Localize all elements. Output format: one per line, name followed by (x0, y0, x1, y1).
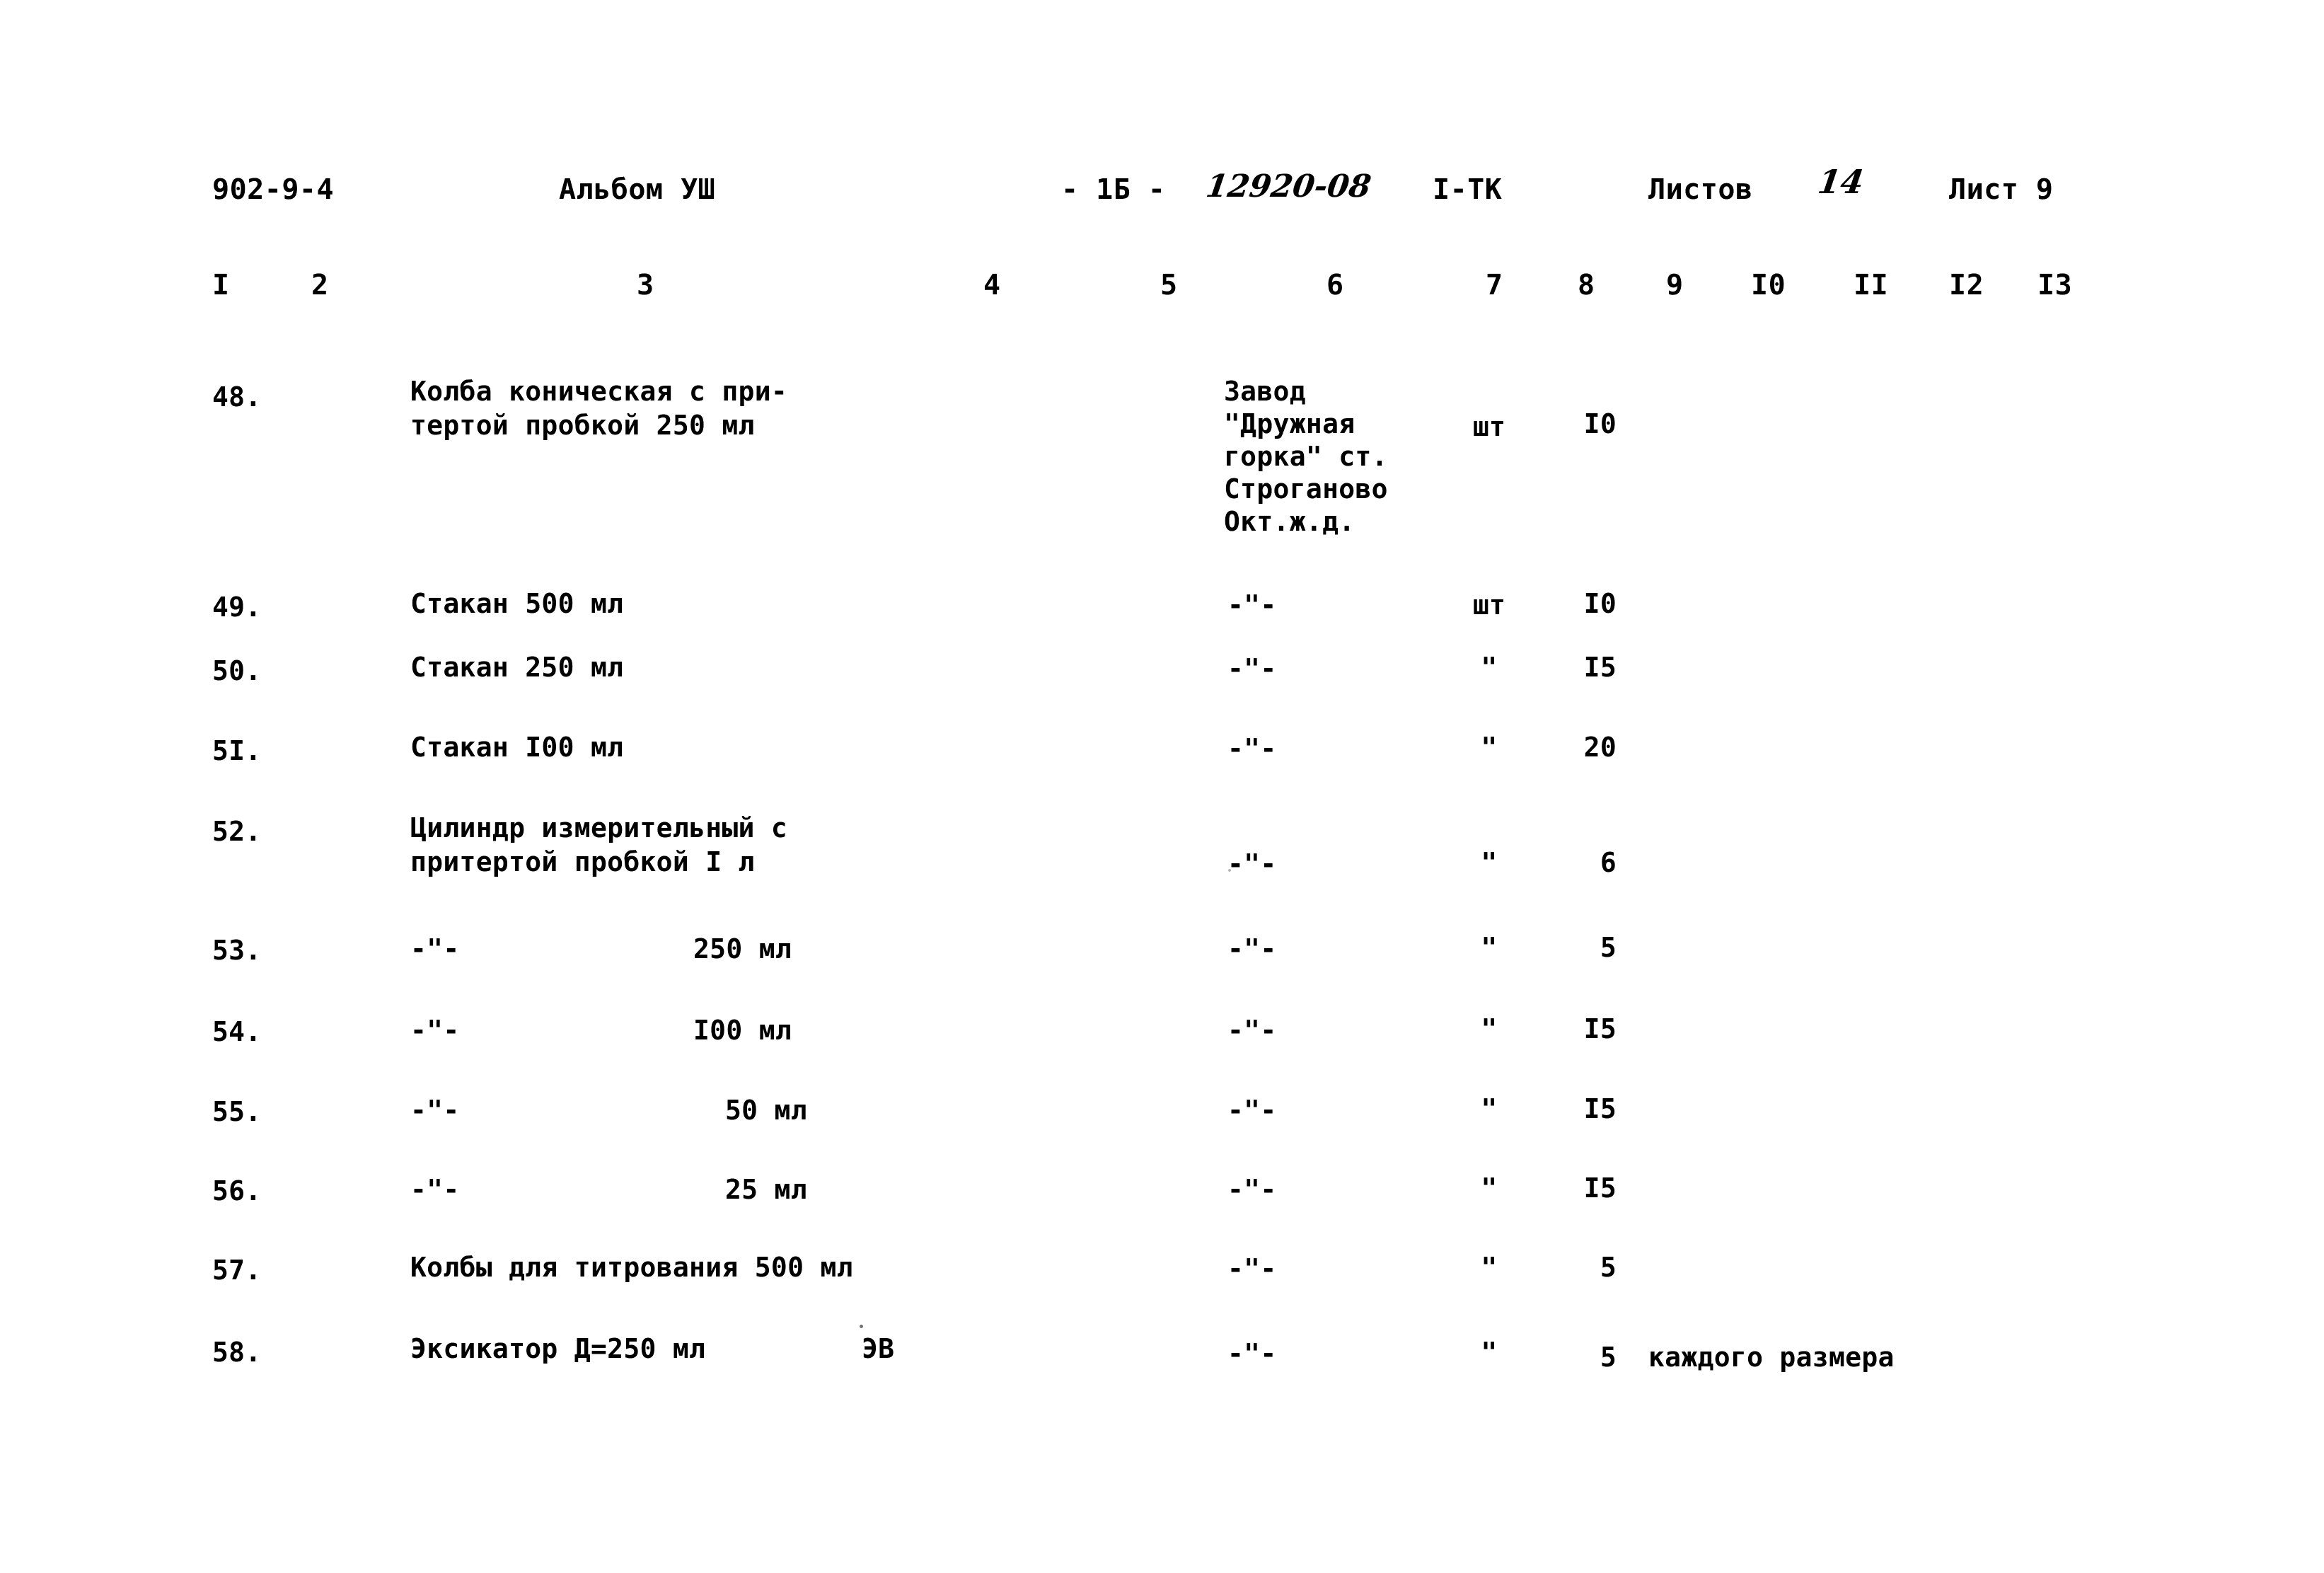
quantity: I5 (1583, 1013, 1617, 1044)
manufacturer-line-4: Строганово (1224, 473, 1388, 505)
unit-of-measure: " (1481, 732, 1498, 763)
unit-of-measure: " (1481, 1172, 1498, 1204)
sheets-total-value-handwritten: 14 (1815, 163, 1866, 201)
sheets-total-label: Листов (1648, 173, 1753, 206)
quantity: I5 (1583, 652, 1617, 683)
unit-of-measure: " (1481, 1093, 1498, 1124)
column-number-4: 4 (983, 269, 1001, 301)
item-name-line1: Колбы для титрования 500 мл (410, 1252, 853, 1283)
manufacturer-ditto-mark: -"- (1227, 653, 1277, 684)
unit-of-measure: " (1481, 652, 1498, 683)
item-name-line1: Эксикатор Д=250 мл (410, 1333, 706, 1364)
stage-code: I-ТК (1433, 173, 1503, 206)
unit-of-measure: шт (1472, 589, 1506, 621)
item-size: 250 мл (693, 933, 792, 964)
column-number-10: I0 (1751, 269, 1786, 301)
row-number: 48. (212, 381, 262, 413)
manufacturer-ditto-mark: -"- (1227, 589, 1277, 621)
manufacturer-ditto-mark: -"- (1227, 1338, 1277, 1369)
quantity: 6 (1600, 847, 1617, 878)
column-number-5: 5 (1160, 269, 1178, 301)
unit-of-measure: " (1481, 932, 1498, 963)
column-number-7: 7 (1486, 269, 1503, 301)
column-number-9: 9 (1666, 269, 1684, 301)
column-number-3: 3 (637, 269, 654, 301)
item-name-line2: тертой пробкой 250 мл (410, 410, 755, 441)
manufacturer-line-3: горка" ст. (1224, 441, 1388, 472)
manufacturer-ditto-mark: -"- (1227, 933, 1277, 964)
sheet-number-label: Лист 9 (1949, 173, 2054, 206)
column-number-8: 8 (1578, 269, 1595, 301)
document-number-handwritten: 12920-08 (1203, 168, 1374, 204)
scan-speckle (1228, 869, 1231, 872)
item-name-line2: притертой пробкой I л (410, 846, 755, 877)
unit-of-measure: " (1481, 847, 1498, 878)
item-size: 25 мл (725, 1174, 807, 1205)
column-number-12: I2 (1949, 269, 1984, 301)
item-name-line1: Стакан 250 мл (410, 652, 624, 683)
item-name-ditto-mark: -"- (410, 1095, 460, 1126)
manufacturer-ditto-mark: -"- (1227, 1174, 1277, 1205)
quantity: 20 (1583, 732, 1617, 763)
row-number: 53. (212, 935, 262, 966)
scan-speckle (860, 1325, 863, 1328)
manufacturer-ditto-mark: -"- (1227, 1095, 1277, 1126)
row-number: 56. (212, 1175, 262, 1206)
row-number: 52. (212, 816, 262, 847)
item-type-mark: ЭВ (862, 1333, 895, 1364)
manufacturer-ditto-mark: -"- (1227, 733, 1277, 764)
page-mark: - 1Б - (1061, 173, 1166, 206)
quantity: I5 (1583, 1093, 1617, 1124)
item-name-ditto-mark: -"- (410, 933, 460, 964)
item-name-ditto-mark: -"- (410, 1015, 460, 1046)
quantity-note: каждого размера (1648, 1342, 1895, 1373)
column-number-2: 2 (311, 269, 329, 301)
manufacturer-ditto-mark: -"- (1227, 1015, 1277, 1046)
column-number-11: II (1854, 269, 1889, 301)
scanned-page: 902-9-4 Альбом УШ - 1Б - 12920-08 I-ТК Л… (0, 0, 2324, 1573)
item-name-line1: Колба коническая с при- (410, 376, 788, 407)
column-number-13: I3 (2037, 269, 2073, 301)
manufacturer-line-2: "Дружная (1224, 408, 1355, 439)
row-number: 49. (212, 592, 262, 623)
row-number: 5I. (212, 735, 262, 766)
column-number-6: 6 (1326, 269, 1344, 301)
manufacturer-line-1: Завод (1224, 376, 1306, 407)
album-label: Альбом УШ (559, 173, 716, 206)
row-number: 54. (212, 1016, 262, 1047)
column-number-1: I (212, 269, 230, 301)
item-size: 50 мл (725, 1095, 807, 1126)
item-name-line1: Стакан I00 мл (410, 732, 624, 763)
item-name-line1: Цилиндр измерительный с (410, 812, 788, 843)
item-size: I00 мл (693, 1015, 792, 1046)
quantity: I5 (1583, 1172, 1617, 1204)
row-number: 58. (212, 1337, 262, 1368)
unit-of-measure: " (1481, 1337, 1498, 1368)
quantity: 5 (1600, 932, 1617, 963)
row-number: 55. (212, 1096, 262, 1127)
item-name-line1: Стакан 500 мл (410, 588, 624, 619)
quantity: 5 (1600, 1252, 1617, 1283)
unit-of-measure: шт (1472, 411, 1506, 442)
manufacturer-ditto-mark: -"- (1227, 848, 1277, 880)
unit-of-measure: " (1481, 1013, 1498, 1044)
quantity: I0 (1583, 408, 1617, 439)
quantity: 5 (1600, 1342, 1617, 1373)
item-name-ditto-mark: -"- (410, 1174, 460, 1205)
series-code: 902-9-4 (212, 173, 335, 206)
quantity: I0 (1583, 588, 1617, 619)
manufacturer-line-5: Окт.ж.д. (1224, 506, 1355, 537)
unit-of-measure: " (1481, 1252, 1498, 1283)
row-number: 57. (212, 1255, 262, 1286)
manufacturer-ditto-mark: -"- (1227, 1253, 1277, 1284)
row-number: 50. (212, 655, 262, 686)
